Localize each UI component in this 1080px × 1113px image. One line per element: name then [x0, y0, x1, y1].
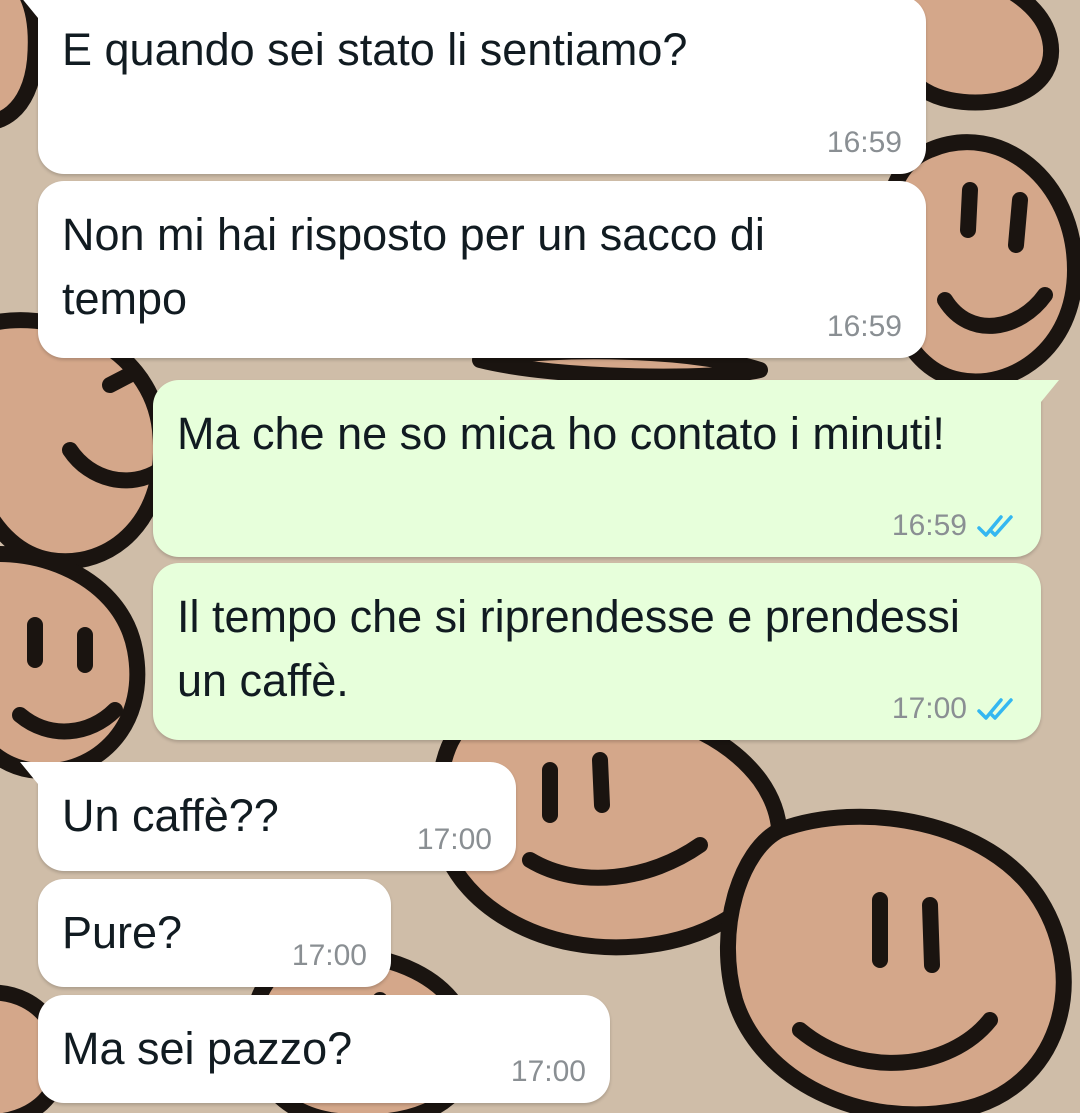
read-double-check-icon — [975, 513, 1017, 539]
read-double-check-icon — [975, 696, 1017, 722]
message-time: 16:59 — [826, 126, 902, 159]
message-text: Ma sei pazzo? — [62, 1023, 353, 1074]
incoming-message-bubble[interactable]: Pure? 17:00 — [38, 879, 391, 987]
message-meta: 16:59 — [892, 509, 1017, 543]
message-time: 17:00 — [416, 823, 492, 856]
message-text: Il tempo che si riprendesse e prendessi … — [177, 591, 960, 706]
incoming-message-bubble[interactable]: E quando sei stato li sentiamo? 16:59 — [20, 0, 926, 174]
message-time: 16:59 — [826, 310, 902, 343]
incoming-message-bubble[interactable]: Non mi hai risposto per un sacco di temp… — [38, 181, 926, 358]
message-meta: 17:00 — [292, 939, 367, 973]
message-text: Ma che ne so mica ho contato i minuti! — [177, 408, 945, 459]
incoming-message-bubble[interactable]: Ma sei pazzo? 17:00 — [38, 995, 610, 1103]
message-meta: 16:59 — [827, 126, 902, 160]
outgoing-message-bubble[interactable]: Ma che ne so mica ho contato i minuti! 1… — [153, 380, 1059, 557]
message-meta: 17:00 — [892, 692, 1017, 726]
message-text: E quando sei stato li sentiamo? — [62, 24, 688, 75]
message-time: 17:00 — [510, 1055, 586, 1088]
outgoing-message-bubble[interactable]: Il tempo che si riprendesse e prendessi … — [153, 563, 1041, 740]
message-meta: 17:00 — [511, 1055, 586, 1089]
message-time: 16:59 — [891, 509, 967, 542]
message-meta: 17:00 — [417, 823, 492, 857]
message-text: Non mi hai risposto per un sacco di temp… — [62, 209, 765, 324]
message-time: 17:00 — [291, 939, 367, 972]
message-meta: 16:59 — [827, 310, 902, 344]
message-time: 17:00 — [891, 692, 967, 725]
incoming-message-bubble[interactable]: Un caffè?? 17:00 — [20, 762, 516, 871]
